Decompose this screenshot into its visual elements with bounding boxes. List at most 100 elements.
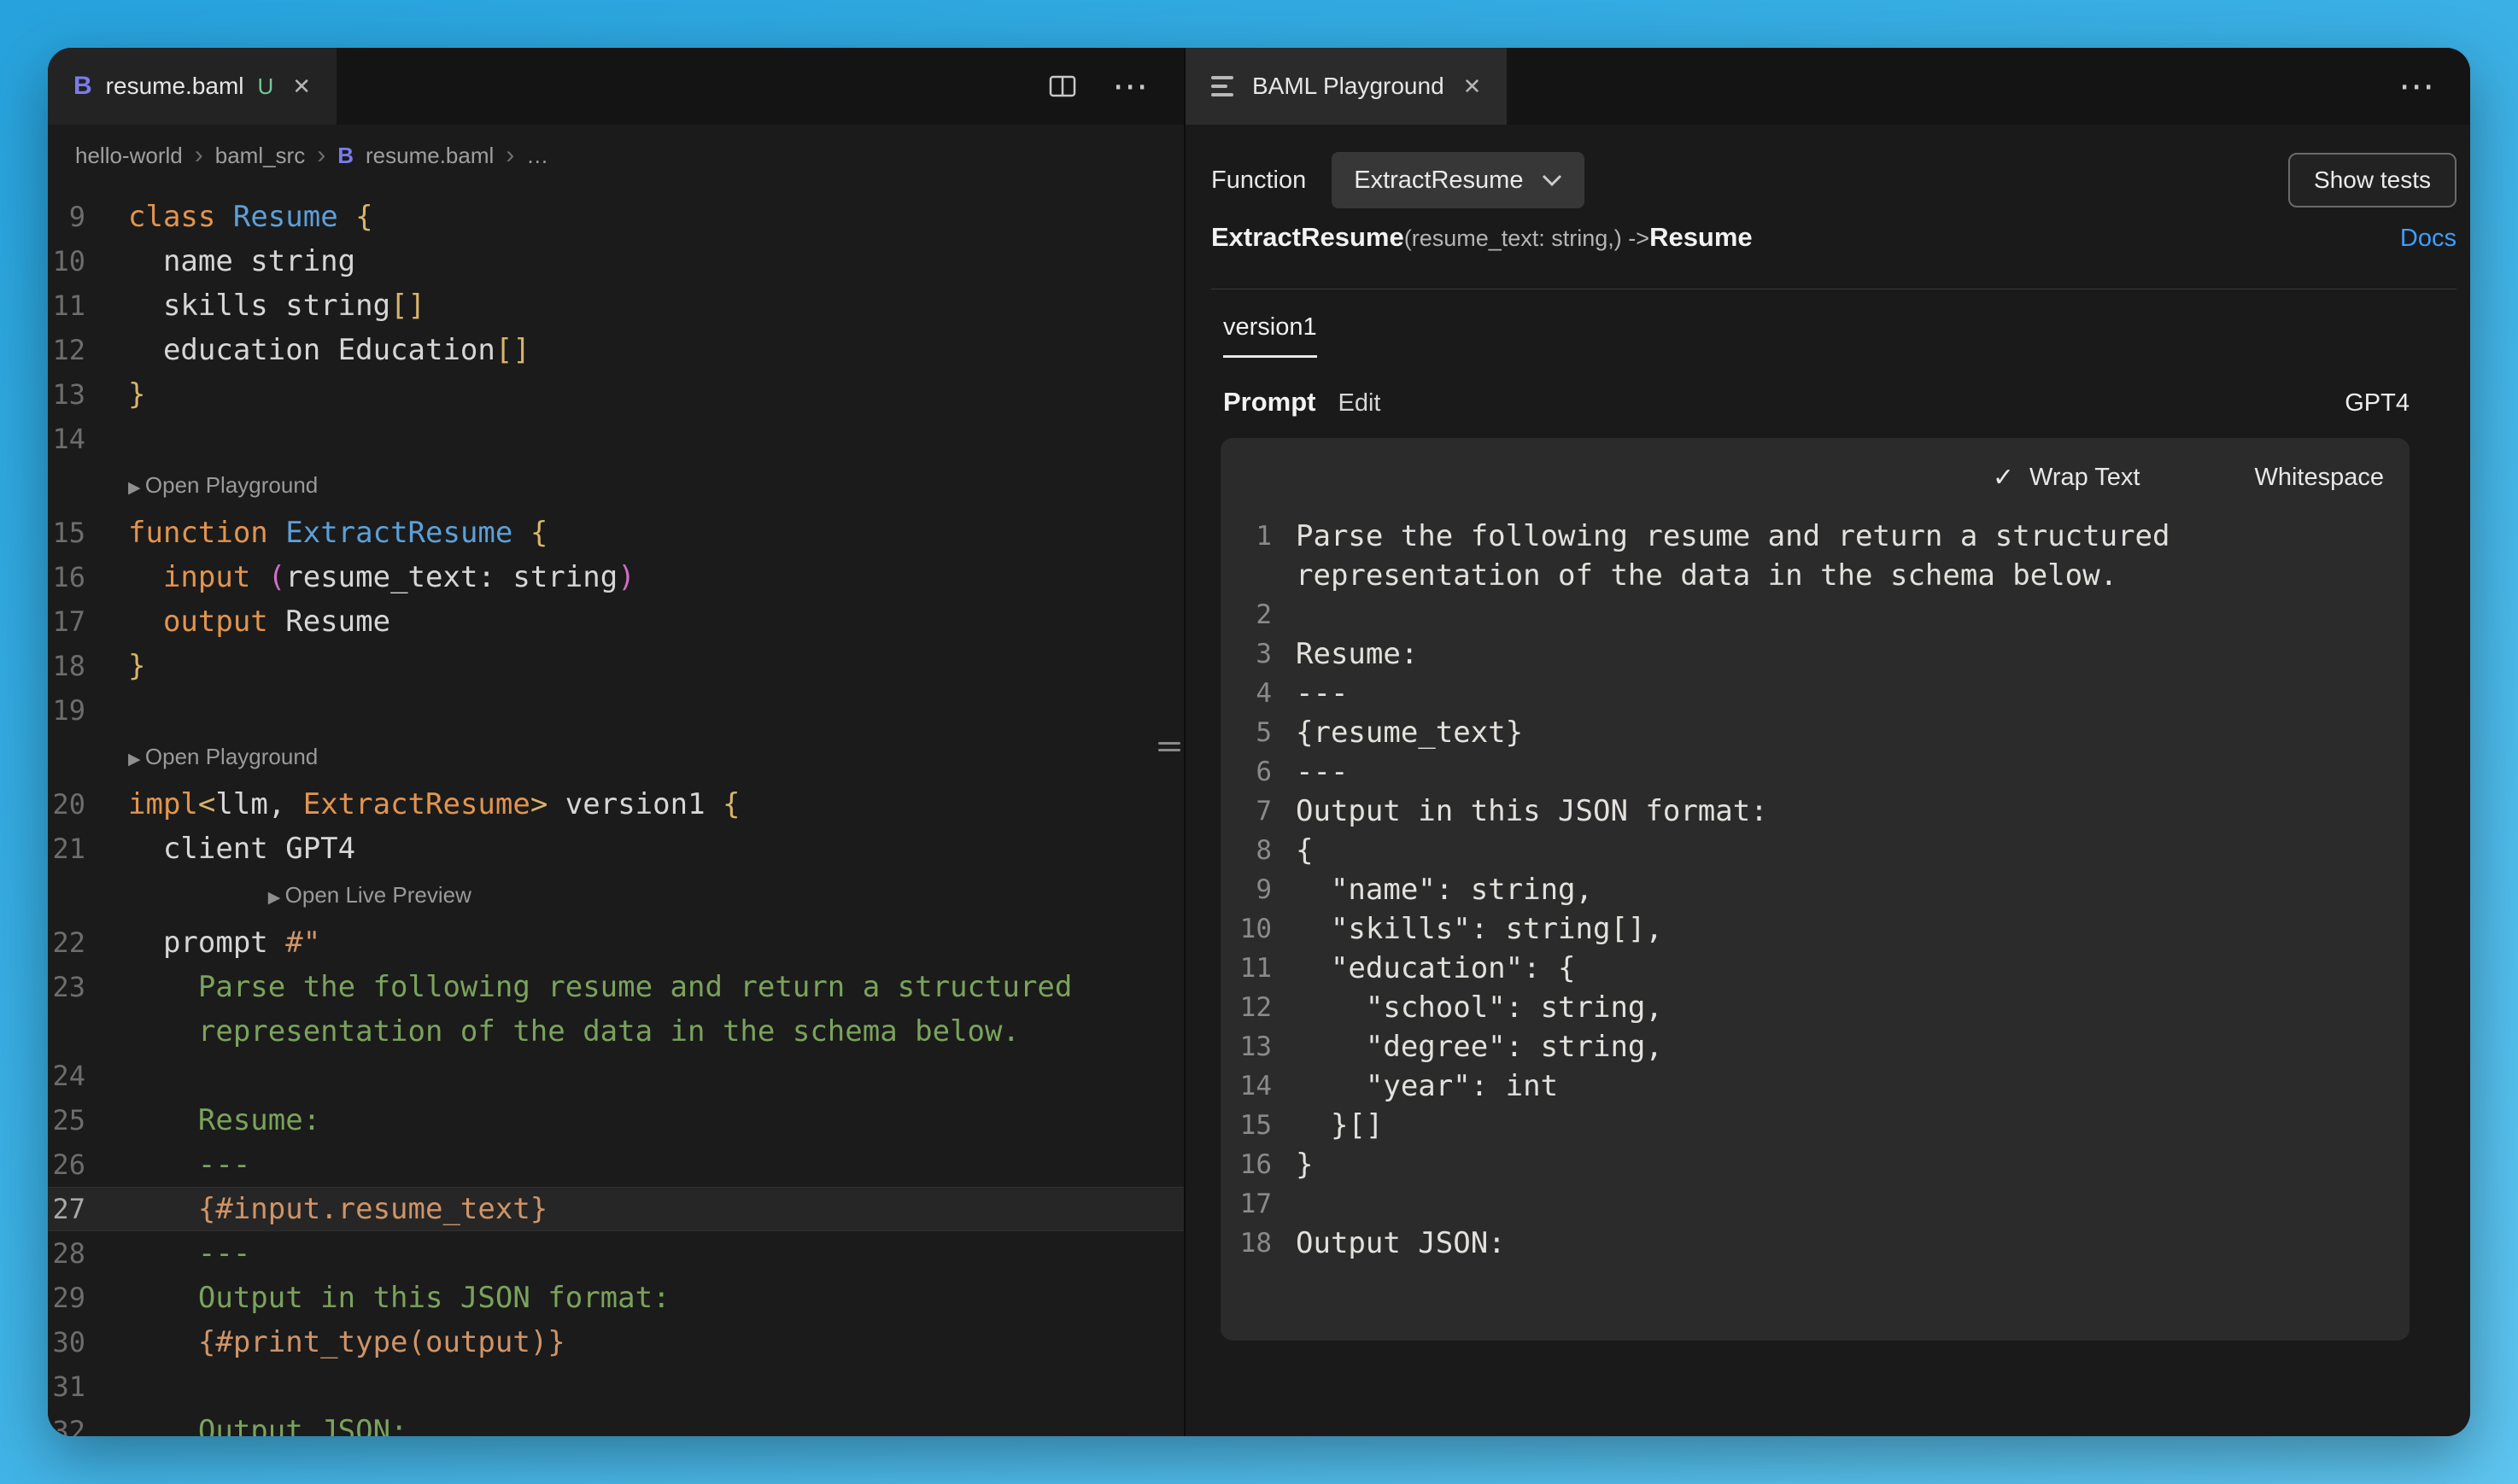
more-actions-icon[interactable]: ⋯	[2398, 68, 2434, 104]
prompt-line: 18Output JSON:	[1221, 1224, 2384, 1263]
editor-code-line[interactable]: 17output Resume	[48, 599, 1184, 644]
split-editor-icon[interactable]	[1049, 75, 1076, 97]
show-tests-button[interactable]: Show tests	[2288, 153, 2457, 207]
line-number: 7	[1221, 792, 1272, 831]
prompt-line: 7Output in this JSON format:	[1221, 792, 2384, 831]
code-text: input (resume_text: string)	[85, 555, 1184, 599]
editor-code-line[interactable]: 32Output JSON:	[48, 1409, 1184, 1436]
code-text: Resume:	[85, 1098, 1184, 1142]
prompt-text: "skills": string[],	[1272, 909, 2384, 949]
line-number: 24	[48, 1054, 85, 1098]
editor-code-line[interactable]: 26---	[48, 1142, 1184, 1187]
code-text: {#print_type(output)}	[85, 1320, 1184, 1364]
editor-code-line[interactable]: 13}	[48, 372, 1184, 417]
line-number: 21	[48, 827, 85, 871]
line-number: 16	[48, 555, 85, 599]
line-number: 14	[1221, 1066, 1272, 1106]
close-tab-icon[interactable]: ✕	[1463, 73, 1482, 100]
prompt-line: 1Parse the following resume and return a…	[1221, 517, 2384, 595]
tab-version1[interactable]: version1	[1223, 313, 1317, 358]
codelens-row[interactable]: ▶ Open Live Preview	[48, 871, 1184, 920]
signature-params: (resume_text: string,)	[1404, 225, 1622, 252]
prompt-text: Output in this JSON format:	[1272, 792, 2384, 831]
editor-lines[interactable]: 9class Resume {10name string11skills str…	[48, 186, 1184, 1436]
line-number: 12	[48, 328, 85, 372]
code-text: Output in this JSON format:	[85, 1276, 1184, 1320]
signature-arrow: ->	[1622, 225, 1649, 252]
editor-code-line[interactable]: 9class Resume {	[48, 195, 1184, 239]
line-number: 4	[1221, 674, 1272, 713]
editor-code-line[interactable]: 10name string	[48, 239, 1184, 283]
breadcrumb: hello-world › baml_src › B resume.baml ›…	[48, 125, 1184, 186]
prompt-text: Parse the following resume and return a …	[1272, 517, 2384, 595]
editor-code-line[interactable]: 22prompt #"	[48, 920, 1184, 965]
prompt-text: }[]	[1272, 1106, 2384, 1145]
prompt-line: 17	[1221, 1184, 2384, 1224]
wrap-text-toggle[interactable]: Wrap Text	[2029, 464, 2140, 492]
whitespace-toggle[interactable]: Whitespace	[2254, 464, 2384, 492]
chevron-right-icon: ›	[506, 141, 514, 170]
line-number: 20	[48, 782, 85, 827]
code-text: ▶ Open Live Preview	[85, 871, 1184, 920]
close-tab-icon[interactable]: ✕	[292, 73, 311, 100]
editor-code-line[interactable]: 18}	[48, 644, 1184, 688]
editor-code-line[interactable]: 14	[48, 417, 1184, 461]
editor-code-line[interactable]: 20impl<llm, ExtractResume> version1 {	[48, 782, 1184, 827]
editor-code-line[interactable]: 25Resume:	[48, 1098, 1184, 1142]
line-number: 5	[1221, 713, 1272, 752]
code-text: }	[85, 372, 1184, 417]
breadcrumb-item-symbol[interactable]: …	[526, 143, 548, 169]
code-text	[85, 1364, 1184, 1409]
editor-code-line[interactable]: 27{#input.resume_text}	[48, 1187, 1184, 1231]
line-number: 13	[48, 372, 85, 417]
editor-code-line[interactable]: 29Output in this JSON format:	[48, 1276, 1184, 1320]
edit-link[interactable]: Edit	[1338, 389, 1381, 418]
breadcrumb-item-file[interactable]: resume.baml	[366, 143, 494, 169]
line-number: 10	[1221, 909, 1272, 949]
editor-code-line[interactable]: 15function ExtractResume {	[48, 511, 1184, 555]
prompt-line: 6---	[1221, 752, 2384, 792]
editor-code-line[interactable]: 16input (resume_text: string)	[48, 555, 1184, 599]
line-number: 6	[1221, 752, 1272, 792]
prompt-text: "year": int	[1272, 1066, 2384, 1106]
prompt-line: 5{resume_text}	[1221, 713, 2384, 752]
function-signature: ExtractResume(resume_text: string,) ->Re…	[1186, 222, 2470, 266]
prompt-text: ---	[1272, 752, 2384, 792]
prompt-text: Resume:	[1272, 634, 2384, 674]
code-text: output Resume	[85, 599, 1184, 644]
codelens-row[interactable]: ▶ Open Playground	[48, 461, 1184, 511]
prompt-line: 4---	[1221, 674, 2384, 713]
more-actions-icon[interactable]: ⋯	[1112, 68, 1148, 104]
playground-list-icon	[1211, 76, 1233, 96]
prompt-line: 3Resume:	[1221, 634, 2384, 674]
breadcrumb-item-folder[interactable]: hello-world	[75, 143, 183, 169]
function-select-dropdown[interactable]: ExtractResume	[1332, 152, 1584, 208]
signature-name: ExtractResume	[1211, 222, 1404, 253]
editor-code-line[interactable]: 24	[48, 1054, 1184, 1098]
code-text: impl<llm, ExtractResume> version1 {	[85, 782, 1184, 827]
line-number: 19	[48, 688, 85, 733]
playground-pane: BAML Playground ✕ ⋯ Function ExtractResu…	[1184, 48, 2470, 1436]
line-number: 29	[48, 1276, 85, 1320]
tab-baml-playground[interactable]: BAML Playground ✕	[1186, 48, 1507, 125]
editor-code-line[interactable]: 31	[48, 1364, 1184, 1409]
code-text	[85, 417, 1184, 461]
editor-code-line[interactable]: 30{#print_type(output)}	[48, 1320, 1184, 1364]
line-number: 26	[48, 1142, 85, 1187]
tab-resume-baml[interactable]: B resume.baml U ✕	[48, 48, 337, 125]
breadcrumb-item-folder[interactable]: baml_src	[215, 143, 305, 169]
editor-code-line[interactable]: 23Parse the following resume and return …	[48, 965, 1184, 1054]
editor-code-line[interactable]: 12education Education[]	[48, 328, 1184, 372]
pane-resize-handle[interactable]	[1158, 742, 1180, 756]
editor-code-line[interactable]: 11skills string[]	[48, 283, 1184, 328]
editor-code-line[interactable]: 28---	[48, 1231, 1184, 1276]
line-number: 15	[1221, 1106, 1272, 1145]
editor-code-line[interactable]: 19	[48, 688, 1184, 733]
line-number: 14	[48, 417, 85, 461]
line-number: 12	[1221, 988, 1272, 1027]
prompt-header: Prompt Edit GPT4	[1186, 387, 2470, 418]
docs-link[interactable]: Docs	[2400, 225, 2457, 253]
editor-code-line[interactable]: 21client GPT4	[48, 827, 1184, 871]
prompt-line: 15}[]	[1221, 1106, 2384, 1145]
codelens-row[interactable]: ▶ Open Playground	[48, 733, 1184, 782]
